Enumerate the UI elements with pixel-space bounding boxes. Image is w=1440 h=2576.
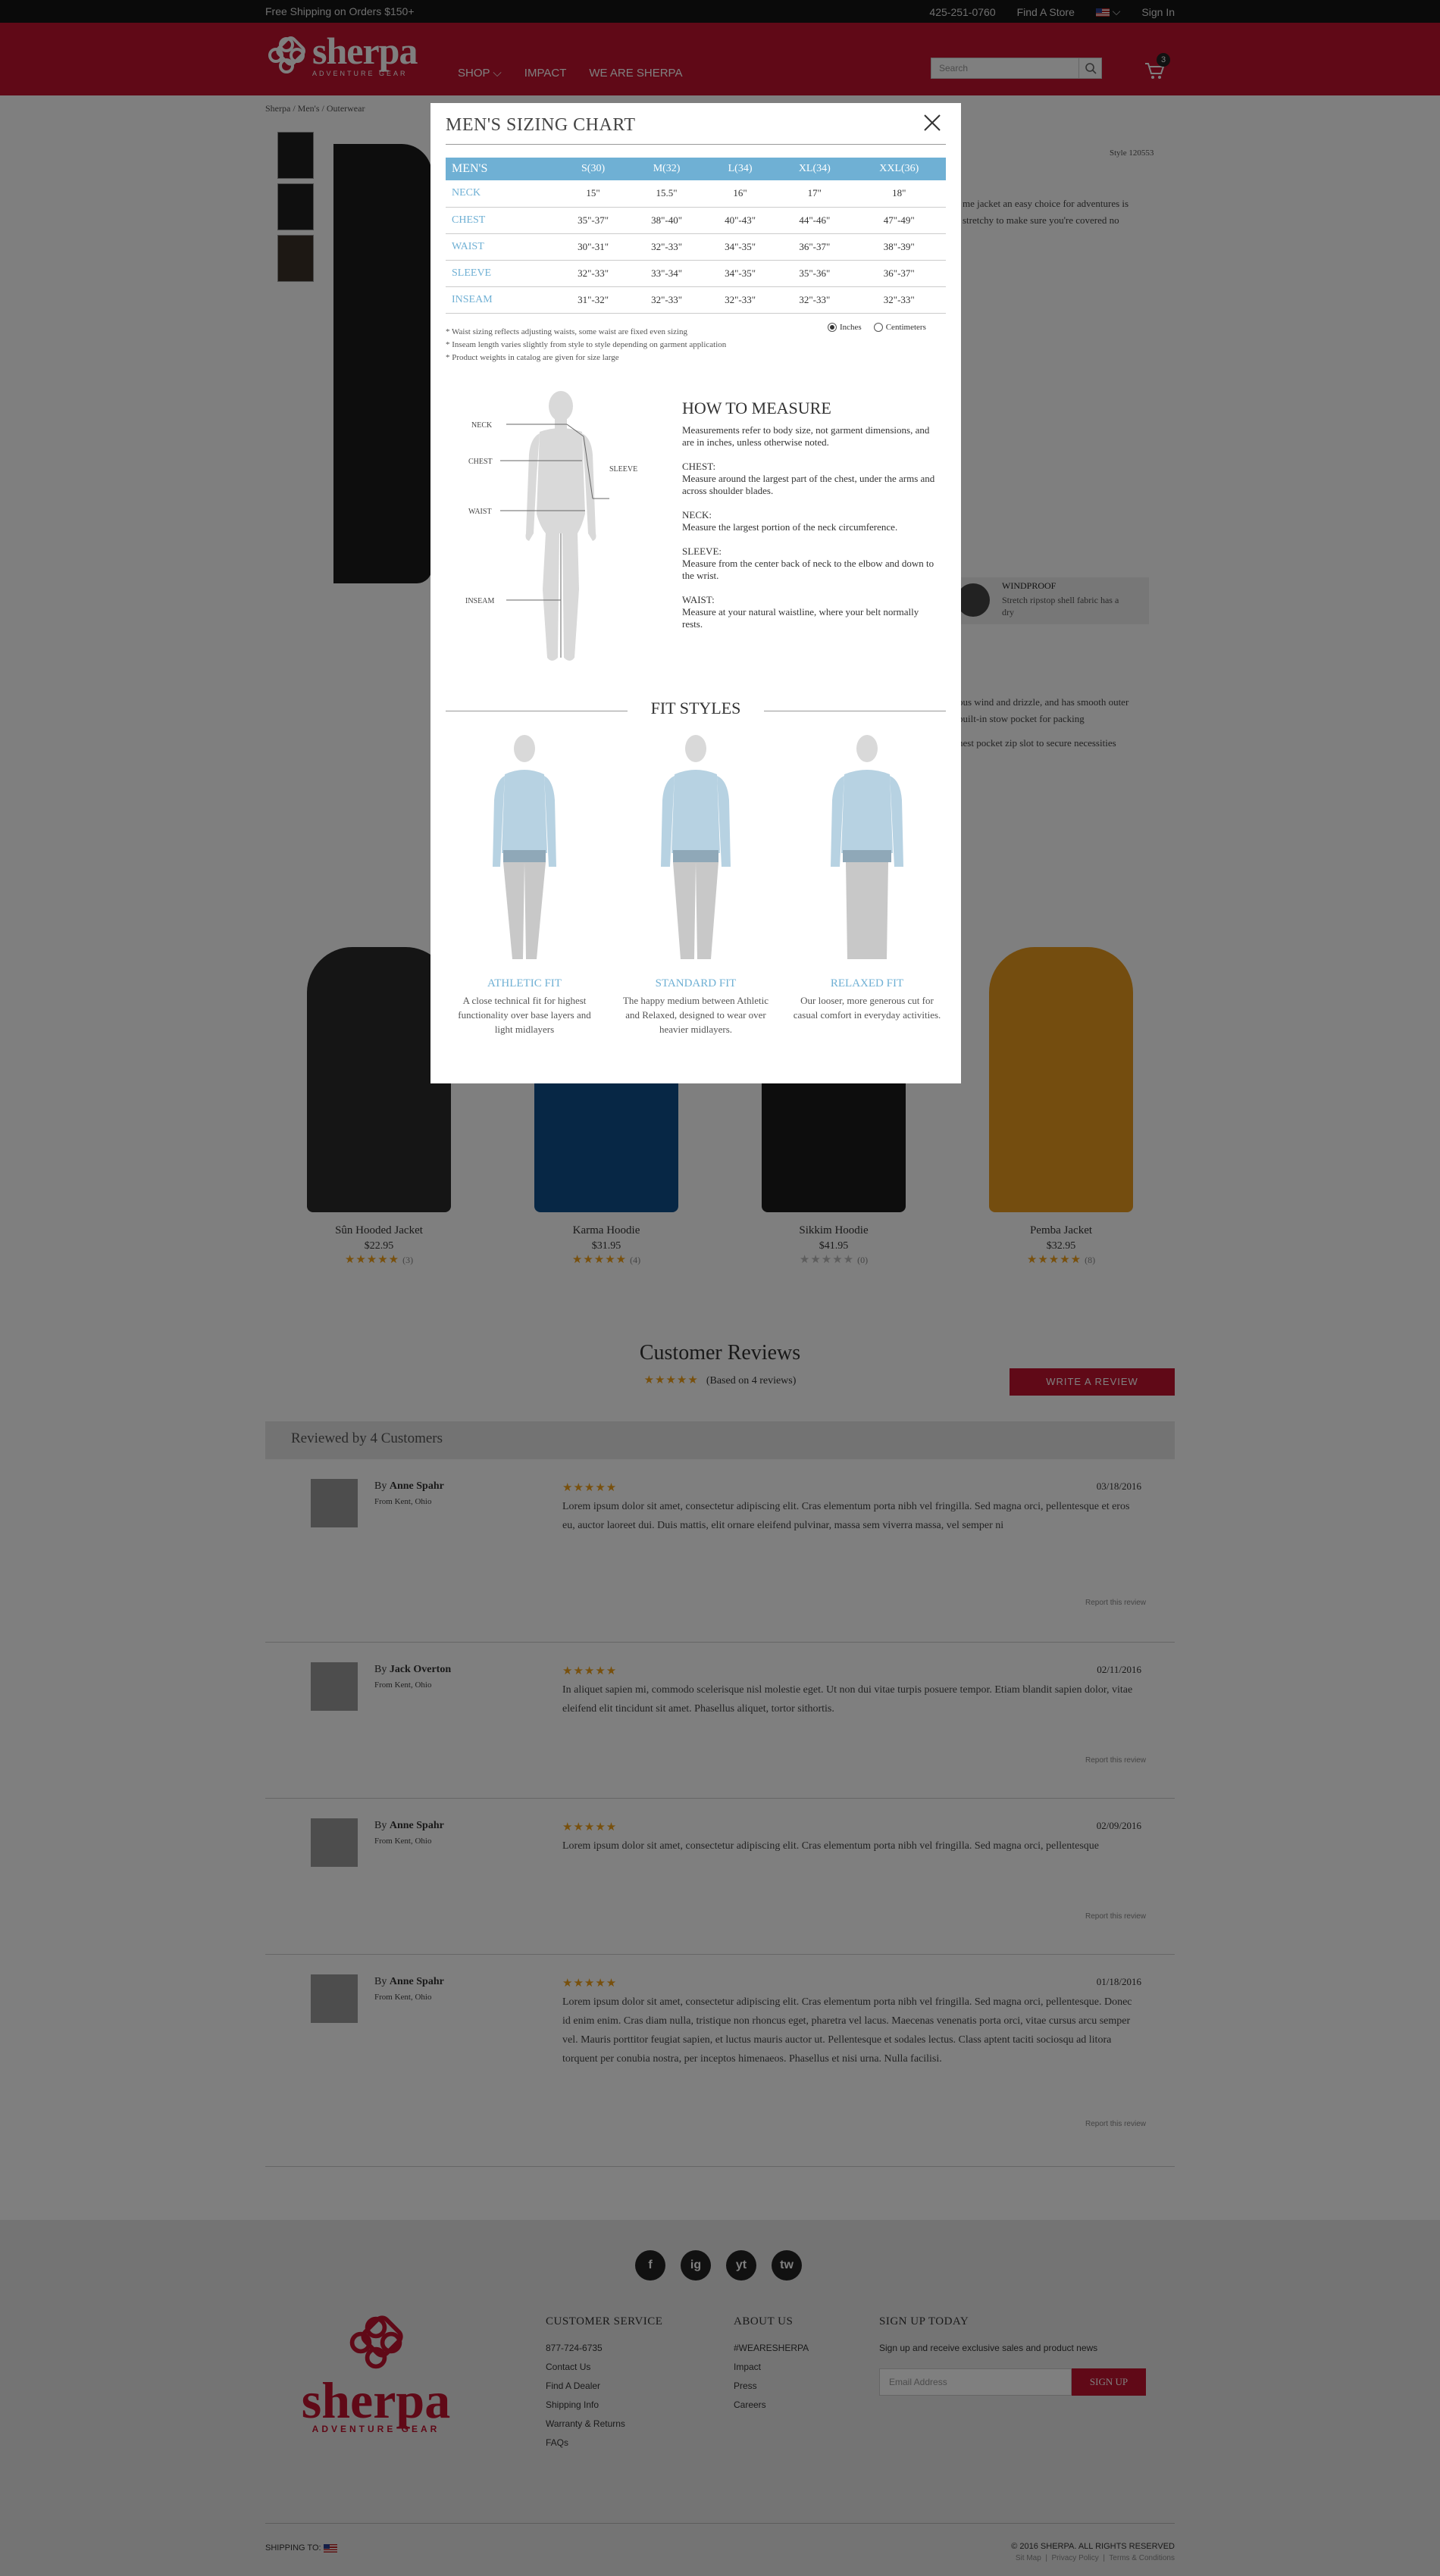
- table-cell: 44"-46": [777, 207, 853, 234]
- table-row: SLEEVE 32"-33" 33"-34" 34"-35" 35"-36" 36"-37…: [446, 260, 946, 287]
- table-cell: 16": [703, 180, 778, 208]
- sizing-note: * Inseam length varies slightly from sty…: [446, 340, 727, 349]
- row-label: CHEST: [446, 207, 557, 234]
- radio-unselected-icon: [873, 323, 883, 333]
- athletic-fit-figure: [493, 735, 556, 959]
- column-header: S(30): [556, 158, 631, 180]
- close-icon[interactable]: [920, 111, 944, 135]
- sizing-note: * Product weights in catalog are given f…: [446, 353, 619, 362]
- table-cell: 32"-33": [630, 286, 704, 314]
- row-label: SLEEVE: [446, 260, 557, 287]
- fit-name: RELAXED FIT: [830, 977, 904, 989]
- measure-text: Measure at your natural waistline, where…: [682, 606, 919, 630]
- table-cell: 34"-35": [703, 233, 778, 261]
- table-cell: 32"-33": [630, 233, 704, 261]
- measure-text: Measure the largest portion of the neck …: [682, 521, 898, 533]
- how-to-measure-title: HOW TO MEASURE: [682, 399, 831, 417]
- divider: [446, 144, 946, 145]
- table-cell: 36"-37": [777, 233, 853, 261]
- how-to-measure-list: Measurements refer to body size, not gar…: [682, 424, 940, 630]
- relaxed-fit-figure: [831, 735, 903, 959]
- table-cell: 17": [777, 180, 853, 208]
- table-row: CHEST 35"-37" 38"-40" 40"-43" 44"-46" 47"-49": [446, 207, 946, 234]
- table-cell: 36"-37": [852, 260, 946, 287]
- row-label: INSEAM: [446, 286, 557, 314]
- table-cell: 35"-36": [777, 260, 853, 287]
- measure-term: CHEST:: [682, 461, 716, 472]
- body-measurement-figure: NECK SLEEVE CHEST WAIST INSEAM: [465, 391, 637, 661]
- radio-selected-icon: [828, 323, 837, 333]
- how-to-measure-intro: Measurements refer to body size, not gar…: [682, 424, 930, 448]
- column-header: XXL(36): [852, 158, 946, 180]
- table-cell: 32"-33": [852, 286, 946, 314]
- measure-term: SLEEVE:: [682, 546, 722, 557]
- standard-fit-figure: [661, 735, 731, 959]
- fit-description: Our looser, more generous cut for casual…: [793, 995, 941, 1021]
- row-label: WAIST: [446, 233, 557, 261]
- fit-description: A close technical fit for highest functi…: [458, 995, 591, 1035]
- table-cell: 40"-43": [703, 207, 778, 234]
- column-header: L(34): [703, 158, 778, 180]
- sizing-table: MEN'S S(30) M(32) L(34) XL(34) XXL(36) N…: [446, 158, 946, 314]
- sizing-note: * Waist sizing reflects adjusting waists…: [446, 327, 688, 336]
- relaxed-fit-card: RELAXED FIT Our looser, more generous cu…: [791, 732, 943, 1022]
- table-cell: 35"-37": [556, 207, 631, 234]
- neck-figure-label: NECK: [471, 421, 493, 430]
- table-cell: 30"-31": [556, 233, 631, 261]
- sizing-chart-modal: MEN'S SIZING CHART MEN'S S(30) M(32) L(3…: [430, 103, 961, 1083]
- column-header: MEN'S: [446, 158, 557, 180]
- table-cell: 32"-33": [556, 260, 631, 287]
- waist-figure-label: WAIST: [468, 508, 492, 516]
- measure-text: Measure from the center back of neck to …: [682, 558, 934, 581]
- fit-styles-title: FIT STYLES: [650, 699, 741, 717]
- fit-name: ATHLETIC FIT: [487, 977, 562, 989]
- modal-title: MEN'S SIZING CHART: [446, 115, 636, 135]
- sleeve-figure-label: SLEEVE: [609, 465, 637, 474]
- table-cell: 34"-35": [703, 260, 778, 287]
- inseam-figure-label: INSEAM: [465, 597, 494, 605]
- sizing-notes: * Waist sizing reflects adjusting waists…: [446, 326, 726, 364]
- inches-label: Inches: [840, 323, 862, 332]
- table-row: INSEAM 31"-32" 32"-33" 32"-33" 32"-33" 32"-33…: [446, 286, 946, 314]
- unit-toggle: Inches Centimeters: [828, 323, 926, 333]
- table-cell: 18": [852, 180, 946, 208]
- table-cell: 15.5": [630, 180, 704, 208]
- table-cell: 15": [556, 180, 631, 208]
- athletic-fit-card: ATHLETIC FIT A close technical fit for h…: [449, 732, 600, 1036]
- row-label: NECK: [446, 180, 557, 208]
- standard-fit-card: STANDARD FIT The happy medium between At…: [620, 732, 772, 1036]
- fit-name: STANDARD FIT: [655, 977, 737, 989]
- inches-radio[interactable]: Inches: [828, 323, 862, 333]
- table-row: NECK 15" 15.5" 16" 17" 18": [446, 180, 946, 208]
- column-header: XL(34): [777, 158, 853, 180]
- table-cell: 32"-33": [777, 286, 853, 314]
- chest-figure-label: CHEST: [468, 458, 493, 466]
- table-cell: 38"-39": [852, 233, 946, 261]
- table-cell: 47"-49": [852, 207, 946, 234]
- column-header: M(32): [630, 158, 704, 180]
- measure-text: Measure around the largest part of the c…: [682, 473, 935, 496]
- table-cell: 31"-32": [556, 286, 631, 314]
- fit-description: The happy medium between Athletic and Re…: [622, 995, 769, 1035]
- table-row: WAIST 30"-31" 32"-33" 34"-35" 36"-37" 38"-39": [446, 233, 946, 261]
- measure-term: NECK:: [682, 509, 712, 521]
- measure-term: WAIST:: [682, 594, 715, 605]
- table-cell: 38"-40": [630, 207, 704, 234]
- table-header-row: MEN'S S(30) M(32) L(34) XL(34) XXL(36): [446, 158, 946, 180]
- centimeters-radio[interactable]: Centimeters: [873, 323, 926, 333]
- table-cell: 32"-33": [703, 286, 778, 314]
- centimeters-label: Centimeters: [885, 323, 926, 332]
- table-cell: 33"-34": [630, 260, 704, 287]
